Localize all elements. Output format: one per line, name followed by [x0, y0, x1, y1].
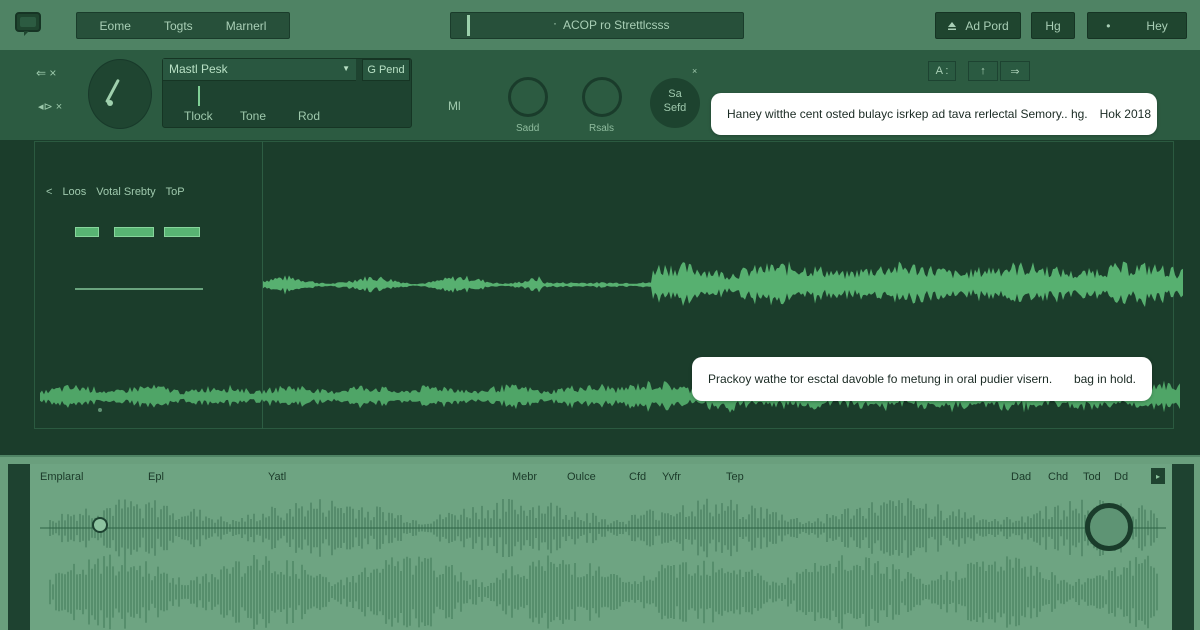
play-button[interactable]: • Hey — [1087, 12, 1187, 39]
knob-1[interactable] — [508, 77, 548, 117]
mid-label: Ml — [448, 99, 461, 113]
ruler-label[interactable]: Chd — [1048, 471, 1068, 483]
dial-needle — [105, 78, 120, 104]
preset-select-value: Mastl Pesk — [169, 62, 228, 76]
play-button-label: Hey — [1146, 18, 1168, 33]
menu-item-1[interactable]: Eome — [100, 19, 131, 33]
tooltip-bottom-end: bag in hold. — [1073, 372, 1136, 386]
editor-toggle-icon[interactable]: ▸ — [1151, 468, 1165, 484]
title-field-dot: · — [553, 16, 557, 30]
app-logo-icon[interactable] — [14, 11, 44, 37]
ruler-label[interactable]: Dad — [1011, 471, 1031, 483]
knob-1-label: Sadd — [516, 123, 540, 134]
ruler-label[interactable]: Oulce — [567, 471, 596, 483]
tooltip-bottom-text: Prackoy wathe tor esctal davoble fo metu… — [708, 372, 1053, 386]
ruler-label[interactable]: Yvfr — [662, 471, 681, 483]
help-button[interactable]: Hg — [1031, 12, 1075, 39]
editor-right-rail — [1172, 464, 1194, 630]
tooltip-top: Haney witthe cent osted bulayc isrkep ad… — [711, 93, 1157, 135]
back-icon[interactable]: ⇐ × — [36, 66, 56, 80]
dial-tip — [107, 100, 113, 106]
track-header-loop[interactable]: Loos — [62, 186, 86, 198]
preset-marker — [198, 86, 200, 106]
menu-item-3[interactable]: Marnerl — [226, 19, 267, 33]
eject-icon — [948, 21, 957, 30]
track-header: < Loos Votal Srebty ToP — [46, 186, 185, 198]
collapse-icon[interactable]: < — [46, 186, 52, 198]
waveform-shape — [263, 261, 1183, 307]
editor-left-rail — [8, 464, 30, 630]
ruler-label[interactable]: Tod — [1083, 471, 1101, 483]
preset-button[interactable]: G Pend — [362, 59, 410, 81]
track-tag-1[interactable] — [75, 227, 99, 237]
knob-3-text-1: Sa — [668, 88, 682, 100]
preset-label-1[interactable]: Tlock — [184, 109, 213, 123]
ruler-label[interactable]: Emplaral — [40, 471, 83, 483]
knob-2-label: Rsals — [589, 123, 615, 134]
preset-label-2[interactable]: Tone — [240, 109, 266, 123]
title-field-accent — [467, 15, 470, 36]
ruler-label[interactable]: Mebr — [512, 471, 537, 483]
toolbar-button-2[interactable]: ↑ — [968, 61, 998, 81]
knob-3[interactable]: Sa Sefd — [650, 78, 700, 128]
add-button-label: Ad Pord — [965, 18, 1009, 33]
knob-2[interactable] — [582, 77, 622, 117]
tooltip-bottom: Prackoy wathe tor esctal davoble fo metu… — [692, 357, 1152, 401]
track-fader[interactable] — [75, 288, 203, 290]
preset-label-3[interactable]: Rod — [298, 109, 320, 123]
track-1-waveform[interactable] — [263, 250, 1183, 320]
ruler-label[interactable]: Epl — [148, 471, 164, 483]
main-menu: Eome Togts Marnerl — [76, 12, 290, 39]
toolbar-button-1[interactable]: A : — [928, 61, 956, 81]
preset-select[interactable]: Mastl Pesk ▼ — [163, 59, 356, 81]
tooltip-top-text: Haney witthe cent osted bulayc isrkep ad… — [727, 107, 1088, 121]
ruler-label[interactable]: Yatl — [268, 471, 286, 483]
track-tag-2[interactable] — [114, 227, 154, 237]
track-header-top[interactable]: ToP — [166, 186, 185, 198]
play-small-icon: • — [1106, 18, 1111, 33]
master-dial[interactable] — [88, 59, 152, 129]
track-header-name[interactable]: Votal Srebty — [96, 186, 155, 198]
menu-item-2[interactable]: Togts — [164, 19, 193, 33]
editor-zoom-knob[interactable] — [1085, 503, 1133, 551]
add-button[interactable]: Ad Pord — [935, 12, 1021, 39]
project-title: ACOP ro Strettlcsss — [563, 18, 670, 32]
toolbar-button-3[interactable]: ⇒ — [1000, 61, 1030, 81]
monitor-icon[interactable]: ◂⊳ × — [38, 100, 62, 113]
ruler-label[interactable]: Dd — [1114, 471, 1128, 483]
chevron-down-icon: ▼ — [342, 64, 350, 73]
tooltip-top-end: Hok 2018 — [1099, 107, 1151, 121]
ruler-label[interactable]: Tep — [726, 471, 744, 483]
knob-3-text-2: Sefd — [663, 102, 687, 114]
playhead-handle[interactable] — [92, 517, 108, 533]
help-button-label: Hg — [1045, 18, 1061, 33]
track-tag-3[interactable] — [164, 227, 200, 237]
project-title-field[interactable]: · ACOP ro Strettlcsss — [450, 12, 744, 39]
editor-ruler: Emplaral Epl Yatl Mebr Oulce Cfd Yvfr Te… — [40, 470, 1166, 486]
ruler-label[interactable]: Cfd — [629, 471, 646, 483]
editor-waveform[interactable] — [40, 492, 1166, 630]
knob-3-superscript: × — [692, 66, 698, 76]
